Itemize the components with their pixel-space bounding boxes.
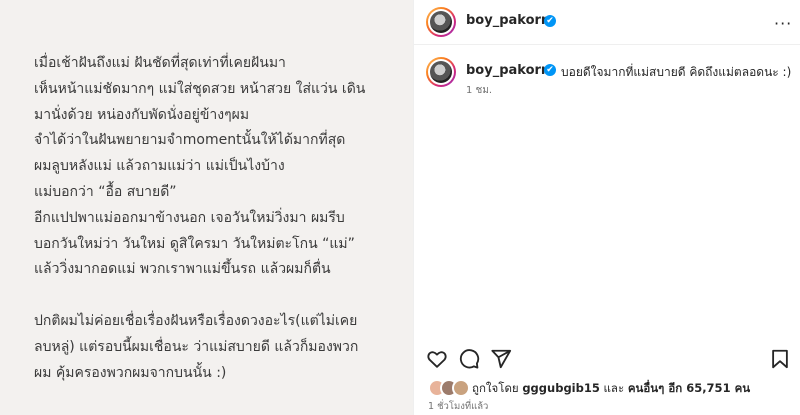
header-username[interactable]: boy_pakorn	[466, 13, 550, 28]
post-text-line: ผม คุ้มครองพวกผมจากบนนั้น :)	[34, 364, 227, 381]
post-text-line	[34, 283, 409, 309]
avatar[interactable]	[426, 7, 456, 37]
post-header: boy_pakorn ✔ ···	[414, 0, 800, 45]
post-text-line: อีกแปปพาแม่ออกมาข้างนอก เจอวันใหม่วิ่งมา…	[34, 209, 345, 226]
post-text-line: มานั่งด้วย หน่องกับพัดนั่งอยู่ข้างๆผม	[34, 106, 250, 123]
likes-text: ถูกใจโดย gggubgib15 และ คนอื่นๆ อีก 65,7…	[472, 380, 750, 398]
post-text-line: แล้ววิ่งมากอดแม่ พวกเราพาแม่ขึ้นรถ แล้วผ…	[34, 261, 331, 278]
share-icon[interactable]	[490, 348, 512, 370]
verified-badge-icon: ✔	[544, 15, 556, 27]
post-text-line: ผมลูบหลังแม่ แล้วถามแม่ว่า แม่เป็นไงบ้าง	[34, 158, 285, 175]
caption-username[interactable]: boy_pakorn	[466, 63, 550, 78]
post-text-line: ลบหลู่) แต่รอบนี้ผมเชื่อนะ ว่าแม่สบายดี …	[34, 338, 359, 355]
likes-count-link[interactable]: คนอื่นๆ อีก 65,751 คน	[628, 381, 750, 395]
liker-username[interactable]: gggubgib15	[522, 381, 600, 395]
heart-icon[interactable]	[426, 348, 448, 370]
caption-time: 1 ชม.	[466, 85, 493, 96]
bookmark-icon[interactable]	[769, 348, 791, 370]
likes-middle: และ	[603, 381, 625, 395]
post-text-line: เมื่อเช้าฝันถึงแม่ ฝันชัดที่สุดเท่าที่เค…	[34, 55, 286, 71]
post-sidebar: boy_pakorn ✔ ··· boy_pakorn ✔ บอยดีใจมาก…	[413, 0, 800, 415]
post-text-line: บอกวันใหม่ว่า วันใหม่ ดูสิใครมา วันใหม่ต…	[34, 235, 355, 252]
verified-badge-icon: ✔	[544, 64, 556, 76]
liker-avatar[interactable]	[452, 379, 470, 397]
caption-text: บอยดีใจมากที่แม่สบายดี คิดถึงแม่ตลอดนะ :…	[561, 65, 792, 79]
comment-icon[interactable]	[458, 348, 480, 370]
post-text-line: จำได้ว่าในฝันพยายามจำmomentนั้นให้ได้มาก…	[34, 132, 346, 149]
post-text-line: ปกติผมไม่ค่อยเชื่อเรื่องฝันหรือเรื่องดวง…	[34, 312, 358, 329]
action-bar	[414, 340, 800, 376]
post-text-line: แม่บอกว่า “อื้อ สบายดี”	[34, 183, 177, 200]
post-text-line: เห็นหน้าแม่ชัดมากๆ แม่ใส่ชุดสวย หน้าสวย …	[34, 80, 366, 97]
post-image: เมื่อเช้าฝันถึงแม่ ฝันชัดที่สุดเท่าที่เค…	[0, 0, 413, 415]
post-text-block: เมื่อเช้าฝันถึงแม่ ฝันชัดที่สุดเท่าที่เค…	[34, 51, 409, 386]
caption-avatar[interactable]	[426, 57, 456, 87]
likes-summary: ถูกใจโดย gggubgib15 และ คนอื่นๆ อีก 65,7…	[428, 378, 798, 398]
post-timestamp[interactable]: 1 ชั่วโมงที่แล้ว	[428, 399, 488, 414]
more-options-icon[interactable]: ···	[774, 14, 792, 33]
likes-prefix: ถูกใจโดย	[472, 381, 519, 395]
